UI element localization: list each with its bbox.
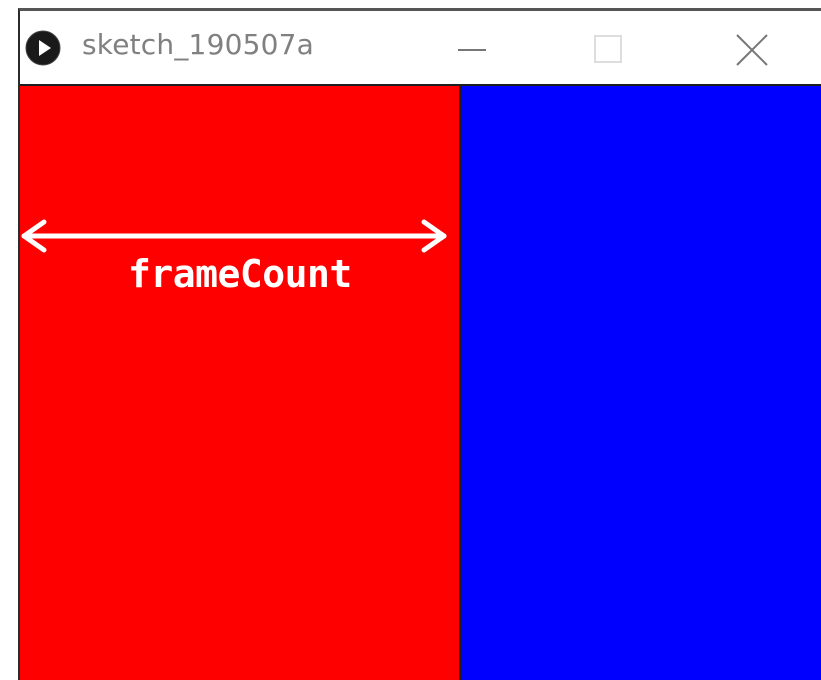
maximize-icon [594, 35, 622, 63]
maximize-button[interactable] [580, 25, 636, 73]
framecount-label: frameCount [128, 252, 352, 296]
close-button[interactable] [723, 25, 779, 73]
sketch-window: sketch_190507a frameCount [18, 8, 821, 680]
minimize-icon [458, 49, 486, 51]
processing-app-icon[interactable] [25, 30, 61, 66]
window-title: sketch_190507a [82, 28, 314, 61]
close-icon [736, 34, 768, 66]
minimize-button[interactable] [444, 25, 500, 73]
title-bar[interactable]: sketch_190507a [20, 11, 821, 86]
double-arrow-icon [20, 216, 450, 256]
sketch-canvas[interactable]: frameCount [20, 86, 821, 680]
red-region [20, 86, 461, 680]
blue-region [461, 86, 821, 680]
